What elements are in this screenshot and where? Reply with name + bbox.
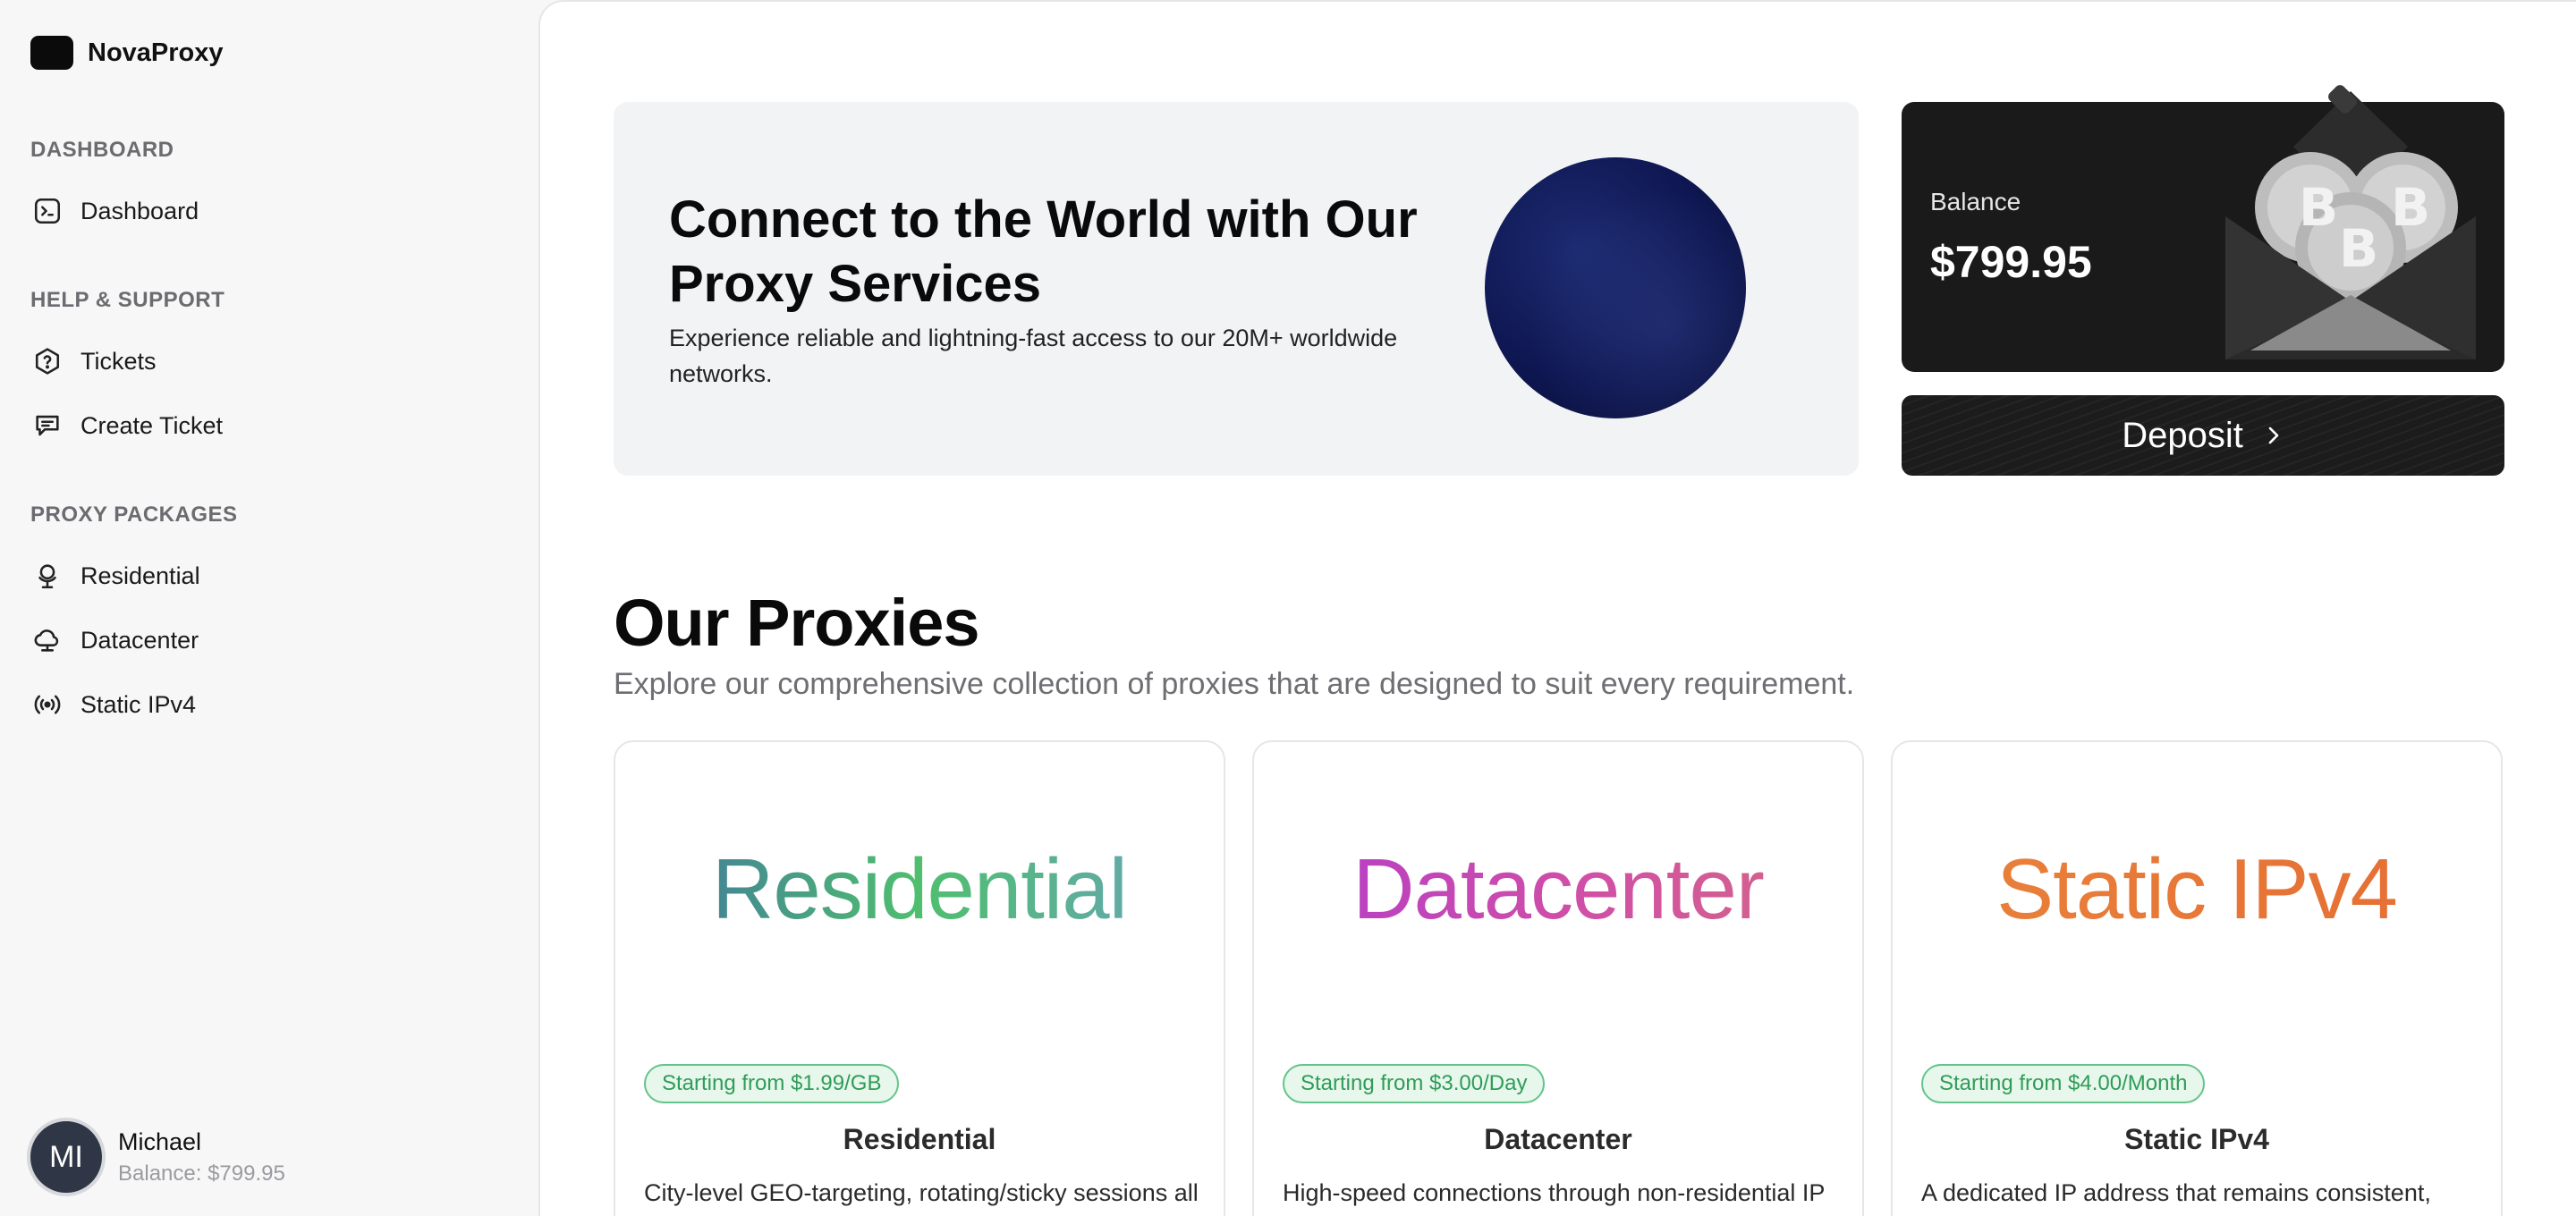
card-description: High-speed connections through non-resid… xyxy=(1283,1179,1826,1206)
section-subtitle: Explore our comprehensive collection of … xyxy=(614,667,1855,701)
balance-label: Balance xyxy=(1930,188,2021,215)
sidebar-item-label: Create Ticket xyxy=(80,411,224,439)
terminal-icon xyxy=(30,194,64,228)
user-meta: Michael Balance: $799.95 xyxy=(118,1128,285,1186)
card-description: A dedicated IP address that remains cons… xyxy=(1921,1179,2431,1206)
price-badge: Starting from $1.99/GB xyxy=(644,1064,900,1103)
card-hero-text: Datacenter xyxy=(1254,840,1862,939)
svg-text:B: B xyxy=(2299,177,2338,238)
deposit-button[interactable]: Deposit xyxy=(1902,395,2504,476)
balance-amount: $799.95 xyxy=(1930,237,2092,287)
hero-subtitle: Experience reliable and lightning-fast a… xyxy=(669,325,1398,387)
hero-title: Connect to the World with Our Proxy Serv… xyxy=(669,190,1418,313)
sidebar-item-label: Dashboard xyxy=(80,197,199,224)
proxy-card-datacenter[interactable]: Datacenter Starting from $3.00/Day Datac… xyxy=(1252,740,1864,1216)
card-title: Residential xyxy=(843,1123,996,1155)
user-name: Michael xyxy=(118,1127,202,1155)
hero-banner: Connect to the World with Our Proxy Serv… xyxy=(614,102,1859,476)
card-hero-text: Residential xyxy=(615,840,1224,939)
sidebar: NovaProxy DASHBOARD Dashboard HELP & SUP… xyxy=(0,0,538,1216)
brand-name: NovaProxy xyxy=(88,38,224,67)
globe-stand-icon xyxy=(30,559,64,593)
sidebar-item-label: Residential xyxy=(80,562,200,589)
card-title: Datacenter xyxy=(1484,1123,1632,1155)
sidebar-item-create-ticket[interactable]: Create Ticket xyxy=(30,406,223,445)
card-title: Static IPv4 xyxy=(2124,1123,2269,1155)
card-hero-text: Static IPv4 xyxy=(1893,840,2501,939)
section-title-help: HELP & SUPPORT xyxy=(30,288,225,312)
price-badge: Starting from $4.00/Month xyxy=(1921,1064,2206,1103)
deposit-label: Deposit xyxy=(2122,415,2243,455)
card-description: City-level GEO-targeting, rotating/stick… xyxy=(644,1179,1199,1206)
sidebar-item-tickets[interactable]: Tickets xyxy=(30,342,157,381)
cloud-server-icon xyxy=(30,623,64,657)
brand-logo-icon xyxy=(30,36,73,70)
svg-text:B: B xyxy=(2391,177,2430,238)
crypto-wallet-icon: B B B xyxy=(2225,85,2476,359)
user-profile[interactable]: MI Michael Balance: $799.95 xyxy=(27,1118,285,1196)
chevron-right-icon xyxy=(2268,426,2279,444)
avatar: MI xyxy=(27,1118,106,1196)
broadcast-icon xyxy=(30,688,64,722)
svg-text:B: B xyxy=(2339,218,2378,279)
proxy-card-static-ipv4[interactable]: Static IPv4 Starting from $4.00/Month St… xyxy=(1891,740,2503,1216)
proxy-card-residential[interactable]: Residential Starting from $1.99/GB Resid… xyxy=(614,740,1225,1216)
sidebar-item-residential[interactable]: Residential xyxy=(30,556,200,595)
sidebar-item-static-ipv4[interactable]: Static IPv4 xyxy=(30,685,196,724)
sidebar-item-dashboard[interactable]: Dashboard xyxy=(30,191,199,231)
globe-icon xyxy=(1485,157,1746,418)
section-heading: Our Proxies xyxy=(614,586,980,660)
price-badge: Starting from $3.00/Day xyxy=(1283,1064,1546,1103)
brand[interactable]: NovaProxy xyxy=(30,36,224,70)
sidebar-item-label: Tickets xyxy=(80,347,157,375)
main-content: Connect to the World with Our Proxy Serv… xyxy=(538,0,2576,1216)
sidebar-item-label: Datacenter xyxy=(80,626,199,654)
message-edit-icon xyxy=(30,409,64,443)
sidebar-item-label: Static IPv4 xyxy=(80,690,197,718)
section-title-dashboard: DASHBOARD xyxy=(30,138,174,162)
hexagon-question-icon xyxy=(30,344,64,378)
balance-card: Balance $799.95 B B B xyxy=(1902,85,2504,372)
sidebar-item-datacenter[interactable]: Datacenter xyxy=(30,621,199,660)
section-title-proxy-packages: PROXY PACKAGES xyxy=(30,502,238,527)
user-balance: Balance: $799.95 xyxy=(118,1161,285,1186)
